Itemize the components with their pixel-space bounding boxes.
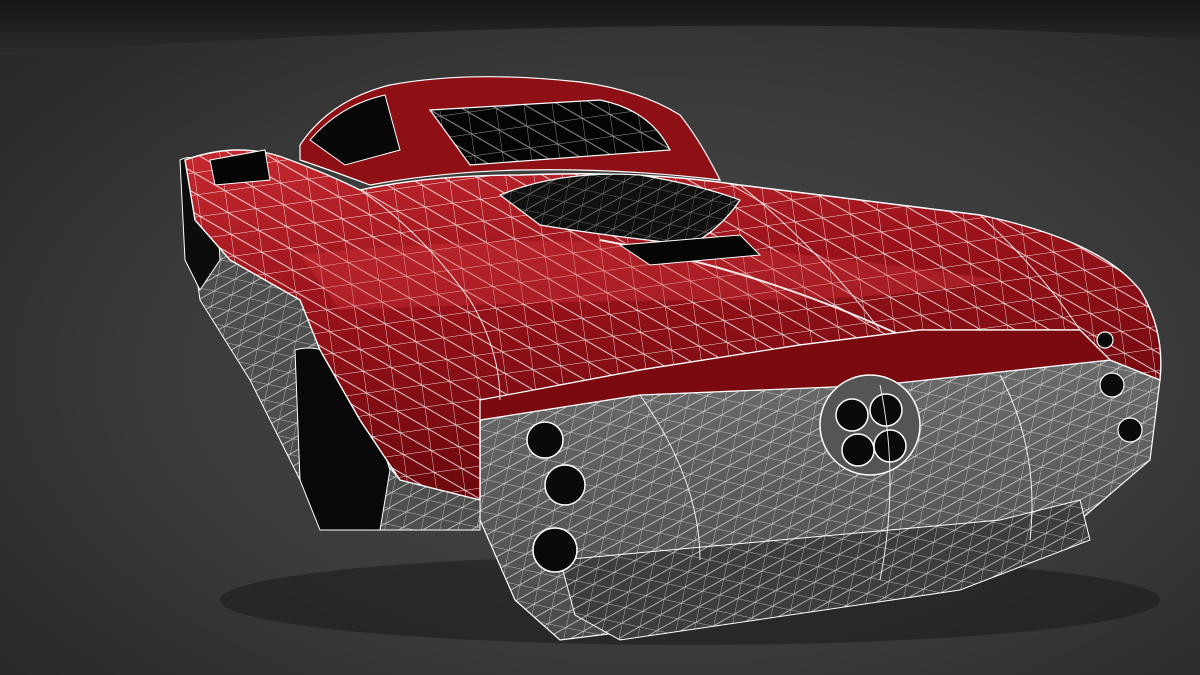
taillight-icon bbox=[1096, 331, 1114, 349]
taillight-icon bbox=[1099, 372, 1125, 398]
render-viewport bbox=[0, 0, 1200, 675]
exhaust-tip-icon bbox=[835, 398, 869, 432]
exhaust-tip-icon bbox=[841, 433, 875, 467]
taillight-icon bbox=[1117, 417, 1143, 443]
quad-exhaust bbox=[819, 374, 921, 476]
taillight-icon bbox=[532, 527, 578, 573]
taillight-icon bbox=[544, 464, 586, 506]
taillight-icon bbox=[526, 421, 564, 459]
exhaust-tip-icon bbox=[873, 429, 907, 463]
